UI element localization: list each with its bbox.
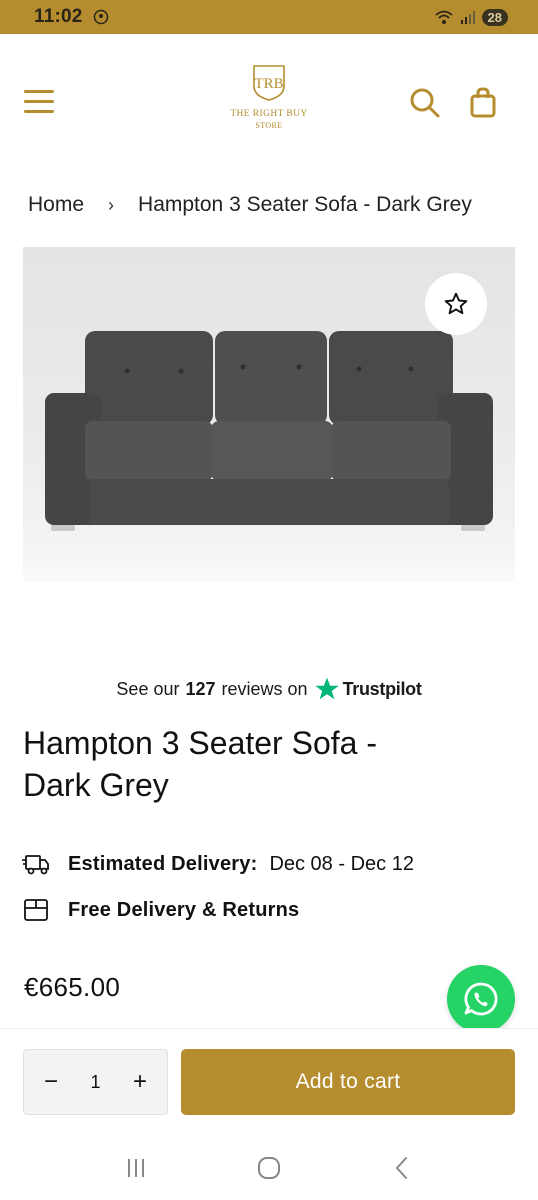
estimated-delivery-value: Dec 08 - Dec 12 [269, 852, 414, 875]
breadcrumb: Home › Hampton 3 Seater Sofa - Dark Grey [28, 193, 518, 217]
trustpilot-suffix: reviews on [221, 678, 308, 699]
logo-monogram: TRB [254, 76, 283, 92]
status-icons: 28 [434, 8, 508, 26]
whatsapp-button[interactable] [447, 965, 515, 1033]
star-outline-icon [444, 292, 468, 315]
trustpilot-count: 127 [185, 678, 216, 699]
estimated-delivery-row: Estimated Delivery: Dec 08 - Dec 12 [22, 851, 414, 877]
sofa-image [45, 331, 493, 531]
product-price: €665.00 [24, 972, 121, 1002]
trustpilot-prefix: See our [116, 678, 180, 699]
system-nav-bar [0, 1136, 538, 1200]
free-delivery-row: Free Delivery & Returns [22, 897, 299, 923]
battery-badge: 28 [481, 8, 508, 26]
breadcrumb-separator: › [108, 194, 115, 215]
quantity-value[interactable]: 1 [90, 1072, 100, 1093]
logo-line2: STORE [255, 121, 283, 130]
logo-line1: THE RIGHT BUY [230, 109, 308, 119]
location-icon [93, 9, 108, 25]
back-icon[interactable] [382, 1153, 422, 1183]
product-image[interactable] [23, 247, 515, 582]
cart-bar: − 1 + Add to cart [0, 1028, 538, 1128]
trustpilot-widget[interactable]: See our 127 reviews on Trustpilot [0, 676, 538, 702]
breadcrumb-home[interactable]: Home [28, 193, 84, 217]
quantity-decrease-button[interactable]: − [36, 1068, 66, 1096]
logo-crest-icon: TRB [253, 65, 285, 101]
breadcrumb-current: Hampton 3 Seater Sofa - Dark Grey [138, 193, 472, 216]
wifi-icon [434, 10, 453, 24]
quantity-stepper: − 1 + [23, 1049, 168, 1115]
trustpilot-star-icon [314, 677, 339, 700]
trustpilot-logo: Trustpilot [314, 676, 422, 702]
signal-icon [460, 11, 475, 24]
wishlist-button[interactable] [425, 273, 487, 335]
store-logo[interactable]: TRB THE RIGHT BUY STORE [219, 64, 319, 131]
recents-icon[interactable] [116, 1153, 156, 1183]
home-icon[interactable] [249, 1153, 289, 1183]
quantity-increase-button[interactable]: + [125, 1068, 155, 1096]
status-bar: 11:02 28 [0, 0, 538, 34]
menu-icon[interactable] [24, 90, 54, 114]
add-to-cart-button[interactable]: Add to cart [181, 1049, 515, 1115]
whatsapp-icon [464, 982, 498, 1016]
estimated-delivery-label: Estimated Delivery: [68, 852, 258, 875]
delivery-truck-icon [22, 855, 49, 875]
search-icon[interactable] [408, 86, 442, 120]
bag-icon[interactable] [468, 86, 498, 120]
box-icon [24, 899, 48, 921]
trustpilot-brand: Trustpilot [342, 678, 422, 699]
site-header: TRB THE RIGHT BUY STORE [0, 34, 538, 170]
status-time: 11:02 [34, 6, 109, 28]
free-delivery-label: Free Delivery & Returns [68, 898, 300, 921]
product-title: Hampton 3 Seater Sofa - Dark Grey [23, 725, 377, 803]
